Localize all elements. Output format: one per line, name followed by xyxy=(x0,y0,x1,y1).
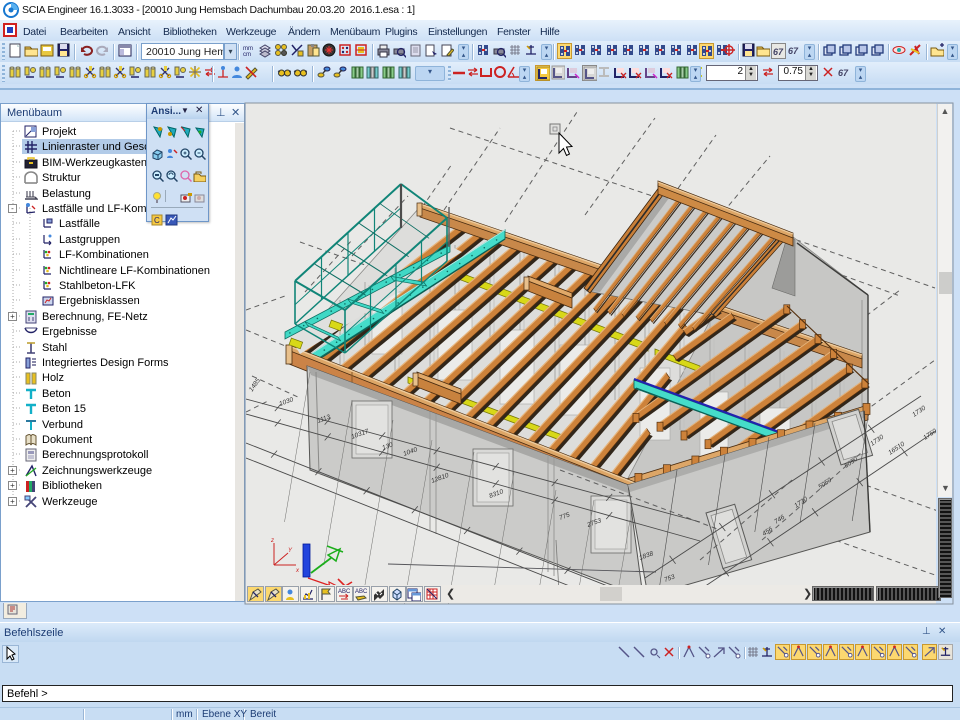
svg-text:z: z xyxy=(270,538,274,544)
svg-text:ABC: ABC xyxy=(338,589,351,595)
svg-text:ABC: ABC xyxy=(355,589,368,595)
